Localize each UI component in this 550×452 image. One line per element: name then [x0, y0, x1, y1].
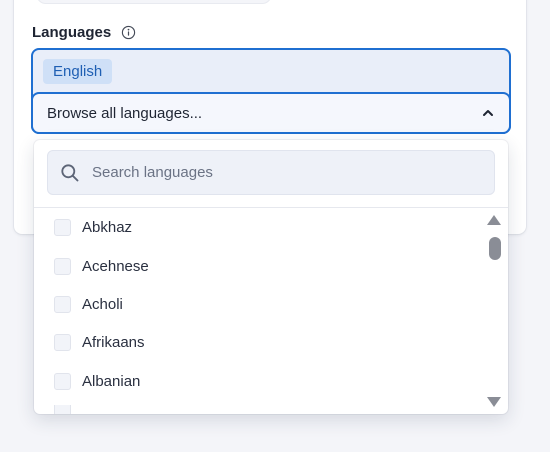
list-item-partial[interactable] [54, 405, 82, 414]
search-input[interactable] [92, 164, 472, 181]
list-item-label: Acehnese [82, 257, 149, 275]
scrollbar-thumb[interactable] [489, 237, 501, 260]
scroll-up-icon[interactable] [486, 214, 502, 226]
list-item-label: Abkhaz [82, 218, 133, 236]
search-box[interactable] [47, 150, 495, 195]
list-item-label: Afrikaans [82, 333, 145, 351]
languages-dropdown: Abkhaz Acehnese Acholi Afrikaans Albania… [34, 140, 508, 414]
scroll-down-icon[interactable] [486, 396, 502, 408]
chevron-up-icon[interactable] [481, 106, 495, 120]
browse-placeholder: Browse all languages... [47, 104, 203, 122]
checkbox[interactable] [54, 295, 71, 313]
languages-label-text: Languages [32, 24, 112, 41]
checkbox[interactable] [54, 372, 71, 390]
list-item-label: Albanian [82, 372, 141, 390]
languages-label: Languages [32, 24, 136, 41]
checkbox[interactable] [54, 333, 71, 351]
checkbox[interactable] [54, 257, 71, 275]
info-icon[interactable] [121, 25, 136, 40]
search-section [34, 140, 508, 208]
list-item-acehnese[interactable]: Acehnese [54, 253, 149, 279]
previous-field-stub [36, 0, 272, 4]
checkbox[interactable] [54, 218, 71, 236]
language-list: Abkhaz Acehnese Acholi Afrikaans Albania… [34, 209, 508, 414]
selected-language-chip[interactable]: English [43, 59, 113, 84]
search-icon [61, 163, 79, 181]
list-item-afrikaans[interactable]: Afrikaans [54, 329, 145, 355]
browse-languages-select[interactable]: Browse all languages... [31, 92, 511, 134]
list-item-abkhaz[interactable]: Abkhaz [54, 214, 132, 240]
checkbox[interactable] [54, 405, 71, 414]
list-item-label: Acholi [82, 295, 123, 313]
list-item-albanian[interactable]: Albanian [54, 368, 140, 394]
list-item-acholi[interactable]: Acholi [54, 291, 123, 317]
